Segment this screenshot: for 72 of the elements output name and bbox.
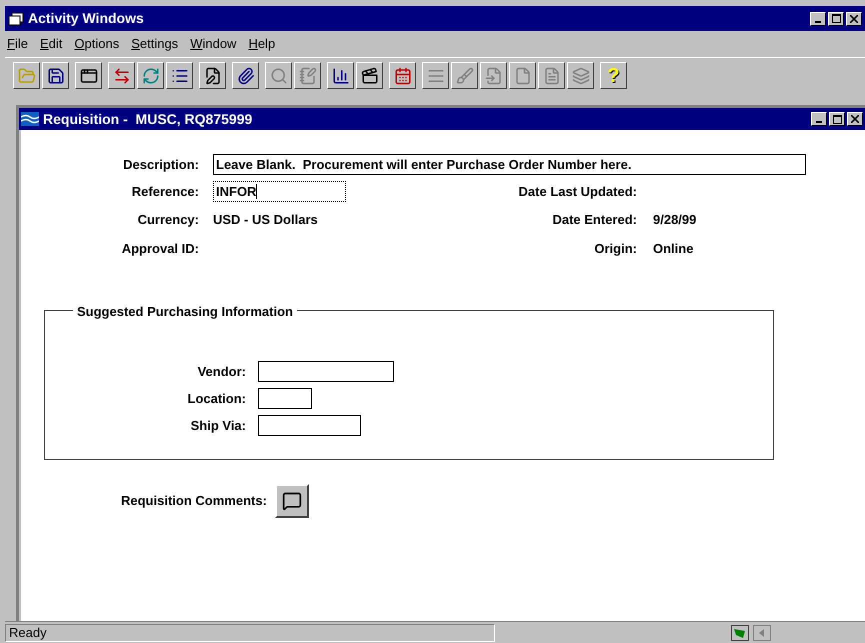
maximize-button[interactable] xyxy=(829,112,845,126)
magnifier-icon xyxy=(270,66,288,84)
field-label: Currency: xyxy=(138,210,199,229)
close-button[interactable] xyxy=(846,12,862,26)
page-arrow-icon xyxy=(484,66,502,84)
input-field[interactable]: INFOR xyxy=(213,181,346,202)
transfer-icon xyxy=(112,66,130,84)
toolbar-button[interactable] xyxy=(389,62,416,89)
network-icon xyxy=(731,624,749,640)
field-label: Ship Via: xyxy=(190,416,246,435)
minimize-icon xyxy=(815,20,821,22)
chart-icon xyxy=(332,66,350,84)
toolbar-button[interactable] xyxy=(327,62,354,89)
field-label: Requisition Comments: xyxy=(121,492,267,510)
circular-arrows-icon xyxy=(142,66,160,84)
window-title: Activity Windows xyxy=(28,9,144,28)
minimize-button[interactable] xyxy=(811,112,827,126)
field-label: Date Entered: xyxy=(552,210,637,229)
field-label: Date Last Updated: xyxy=(518,182,637,201)
field-value: Online xyxy=(653,240,694,258)
brush-icon xyxy=(456,66,474,84)
menu-item[interactable]: Help xyxy=(248,34,276,54)
field-value: 9/28/99 xyxy=(653,210,696,229)
wave-icon xyxy=(21,112,39,126)
menu-item[interactable]: File xyxy=(7,34,28,54)
field-label: Description: xyxy=(122,156,199,174)
folder-icon xyxy=(18,66,36,84)
field-label: Vendor: xyxy=(196,362,246,381)
close-icon xyxy=(851,115,859,123)
page-icon xyxy=(514,66,532,84)
minimize-button[interactable] xyxy=(810,12,826,26)
maximize-icon xyxy=(832,114,842,124)
status-text: Ready xyxy=(5,624,495,642)
toolbar-button[interactable] xyxy=(13,62,40,89)
input-field[interactable] xyxy=(258,415,361,436)
toolbar-button[interactable] xyxy=(137,62,164,89)
window-icon xyxy=(80,66,98,84)
menu-item[interactable]: Window xyxy=(190,34,236,54)
input-field[interactable] xyxy=(258,388,312,409)
toolbar-button[interactable] xyxy=(356,62,383,89)
toolbar-button[interactable] xyxy=(108,62,135,89)
toolbar-button[interactable] xyxy=(199,62,226,89)
close-button[interactable] xyxy=(847,112,863,126)
speech-bubble-icon xyxy=(282,491,302,511)
field-label: Origin: xyxy=(594,240,637,258)
paperclip-icon xyxy=(236,66,254,84)
edit-document-icon xyxy=(204,66,222,84)
windows-icon xyxy=(8,12,24,26)
clapperboard-icon xyxy=(360,66,378,84)
note-icon xyxy=(298,66,316,84)
input-field[interactable] xyxy=(258,361,394,382)
menu-item[interactable]: Options xyxy=(74,34,120,54)
toolbar-button[interactable] xyxy=(42,62,69,89)
toolbar-button[interactable] xyxy=(75,62,102,89)
document-icon xyxy=(542,66,560,84)
field-label: Location: xyxy=(186,390,246,408)
field-label: Approval ID: xyxy=(122,240,199,258)
close-icon xyxy=(850,14,858,22)
input-field[interactable]: Leave Blank. Procurement will enter Purchase Order Number here. xyxy=(213,154,806,175)
field-label: Reference: xyxy=(132,182,199,201)
menu-item[interactable]: Edit xyxy=(40,34,62,54)
field-value: USD - US Dollars xyxy=(213,210,318,229)
calendar-icon xyxy=(394,66,412,84)
comments-button[interactable] xyxy=(274,484,309,518)
stack-icon xyxy=(572,66,590,84)
toolbar-button[interactable] xyxy=(232,62,259,89)
maximize-button[interactable] xyxy=(828,12,844,26)
window-title: Requisition - MUSC, RQ875999 xyxy=(43,110,252,129)
minimize-icon xyxy=(816,121,822,123)
menu-item[interactable]: Settings xyxy=(131,34,178,54)
toolbar-button[interactable] xyxy=(166,62,193,89)
maximize-icon xyxy=(832,14,840,23)
